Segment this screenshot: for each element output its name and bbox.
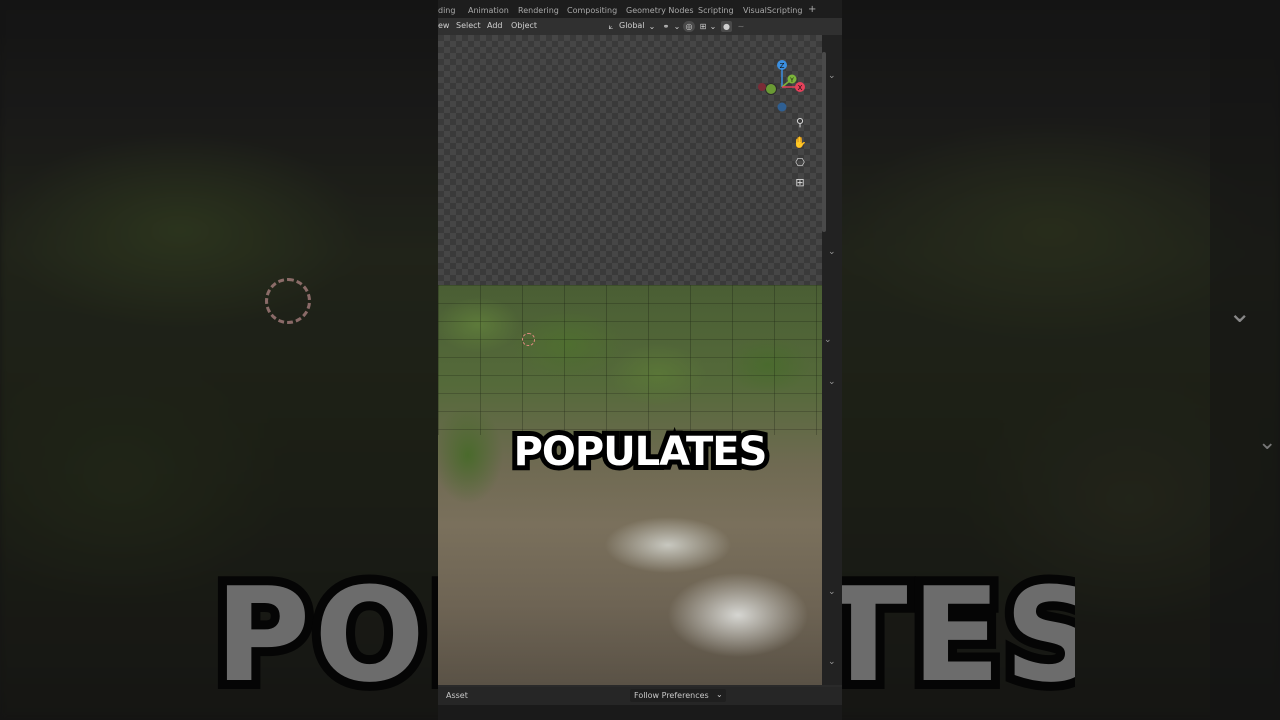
chevron-down-icon[interactable]: ⌄ [828,247,836,257]
svg-text:X: X [798,84,803,92]
navigation-gizmo[interactable]: Z Y X [756,57,812,117]
background-3d-cursor [265,278,311,324]
tab-compositing[interactable]: Compositing [567,6,617,15]
background-chevron-icon: ⌄ [1228,296,1252,329]
tab-shading[interactable]: ding [438,6,455,15]
chevron-down-icon: ⌄ [648,22,656,31]
tab-rendering[interactable]: Rendering [518,6,559,15]
camera-icon[interactable]: ⎔ [793,156,807,170]
video-caption: POPULATES [509,424,773,480]
pan-hand-icon[interactable]: ✋ [793,136,807,150]
transform-orientation-icon: ⟀ [608,22,614,31]
chevron-down-icon: ⌄ [709,22,717,31]
chevron-down-icon[interactable]: ⌄ [824,335,832,345]
background-side-panel [1210,0,1280,720]
snap-toggle-icon[interactable]: ◎ [683,21,695,32]
chevron-down-icon: ⌄ [716,690,723,699]
add-workspace-button[interactable]: + [808,4,816,15]
asset-label: Asset [446,691,468,700]
menu-object[interactable]: Object [511,21,537,30]
svg-text:Y: Y [789,77,794,84]
menu-select[interactable]: Select [456,21,481,30]
gizmo-neg-z[interactable] [777,102,787,112]
dropdown-value: Follow Preferences [634,691,709,700]
orientation-dropdown[interactable]: Global [619,21,645,30]
gizmo-neg-x[interactable] [758,83,766,91]
sidebar-scrollbar[interactable] [822,52,826,232]
proportional-edit-icon[interactable]: ● [721,21,732,32]
asset-footer: Asset Follow Preferences ⌄ [438,687,842,705]
zoom-icon[interactable]: ⚲ [793,116,807,130]
scatter-grid-overlay [438,285,822,435]
tab-animation[interactable]: Animation [468,6,509,15]
workspace-tabs: ding Animation Rendering Compositing Geo… [438,0,842,20]
grid-view-icon[interactable]: ⊞ [793,176,807,190]
viewport-nav-icons: ⚲ ✋ ⎔ ⊞ [793,116,807,196]
background-chevron-icon: ⌄ [1258,430,1277,455]
falloff-icon[interactable]: ∼ [735,21,747,32]
menu-add[interactable]: Add [487,21,503,30]
viewport-header: ew Select Add Object ⟀ Global ⌄ ⚭ ⌄ ◎ ⊞ … [438,18,842,35]
chevron-down-icon[interactable]: ⌄ [828,71,836,81]
tab-geometry-nodes[interactable]: Geometry Nodes [626,6,693,15]
status-bar [438,705,842,720]
menu-view[interactable]: ew [438,21,449,30]
3d-viewport[interactable]: Z Y X ⚲ ✋ ⎔ ⊞ [438,35,822,685]
tab-visualscripting[interactable]: VisualScripting [743,6,802,15]
pivot-link-icon[interactable]: ⚭ [660,21,672,32]
chevron-down-icon[interactable]: ⌄ [828,657,836,667]
gizmo-neg-y[interactable] [765,83,777,95]
chevron-down-icon: ⌄ [673,22,681,31]
3d-cursor [522,333,535,346]
chevron-down-icon[interactable]: ⌄ [828,377,836,387]
blender-window: ding Animation Rendering Compositing Geo… [438,0,842,720]
chevron-down-icon[interactable]: ⌄ [828,587,836,597]
svg-text:Z: Z [780,62,785,70]
tab-scripting[interactable]: Scripting [698,6,734,15]
follow-preferences-dropdown[interactable]: Follow Preferences ⌄ [630,689,726,702]
snap-target-icon[interactable]: ⊞ [697,21,709,32]
